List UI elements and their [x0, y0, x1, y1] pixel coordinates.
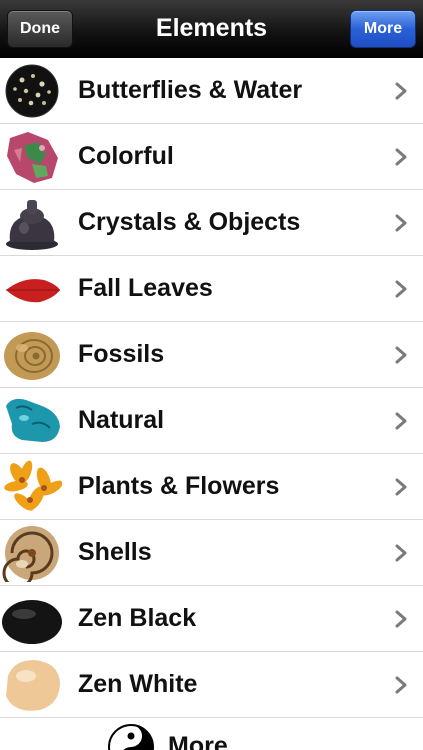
- list-item-label: Fall Leaves: [78, 274, 213, 302]
- black-pebble-icon: [2, 600, 62, 644]
- chevron-right-icon: [395, 82, 407, 100]
- list-item-label: Shells: [78, 538, 152, 566]
- list-item-zen-white[interactable]: Zen White: [0, 652, 423, 718]
- list-item-shells[interactable]: Shells: [0, 520, 423, 586]
- list-item-label: Colorful: [78, 142, 174, 170]
- list-item-label: Natural: [78, 406, 165, 434]
- chevron-right-icon: [395, 214, 407, 232]
- navigation-bar: Done Elements More: [0, 0, 423, 58]
- spiral-shell-icon: [2, 526, 59, 582]
- black-stone-icon: [5, 64, 59, 118]
- chevron-right-icon: [395, 676, 407, 694]
- more-label: More: [168, 732, 228, 750]
- white-pebble-icon: [6, 660, 60, 711]
- list-item-zen-black[interactable]: Zen Black: [0, 586, 423, 652]
- list-item-label: Plants & Flowers: [78, 472, 280, 500]
- list-item-butterflies-water[interactable]: Butterflies & Water: [0, 58, 423, 124]
- chevron-right-icon: [395, 280, 407, 298]
- list-item-colorful[interactable]: Colorful: [0, 124, 423, 190]
- red-leaf-icon: [6, 279, 60, 303]
- elements-list: Butterflies & Water Colorful Crystals & …: [0, 58, 423, 718]
- chevron-right-icon: [395, 478, 407, 496]
- chevron-right-icon: [395, 412, 407, 430]
- figurine-icon: [6, 200, 58, 250]
- list-item-label: Butterflies & Water: [78, 76, 303, 104]
- yellow-lilies-icon: [4, 460, 62, 511]
- more-button[interactable]: More: [350, 10, 416, 48]
- chevron-right-icon: [395, 610, 407, 628]
- list-item-label: Crystals & Objects: [78, 208, 301, 236]
- list-item-crystals-objects[interactable]: Crystals & Objects: [0, 190, 423, 256]
- colorful-mineral-icon: [7, 132, 58, 183]
- turquoise-stone-icon: [6, 398, 60, 442]
- list-item-fossils[interactable]: Fossils: [0, 322, 423, 388]
- more-row[interactable]: More: [0, 718, 423, 750]
- list-item-natural[interactable]: Natural: [0, 388, 423, 454]
- list-item-label: Fossils: [78, 340, 165, 368]
- ammonite-fossil-icon: [4, 332, 60, 380]
- chevron-right-icon: [395, 346, 407, 364]
- yin-yang-icon: [108, 724, 154, 750]
- list-item-label: Zen White: [78, 670, 198, 698]
- list-item-fall-leaves[interactable]: Fall Leaves: [0, 256, 423, 322]
- chevron-right-icon: [395, 544, 407, 562]
- list-item-label: Zen Black: [78, 604, 197, 632]
- chevron-right-icon: [395, 148, 407, 166]
- list-item-plants-flowers[interactable]: Plants & Flowers: [0, 454, 423, 520]
